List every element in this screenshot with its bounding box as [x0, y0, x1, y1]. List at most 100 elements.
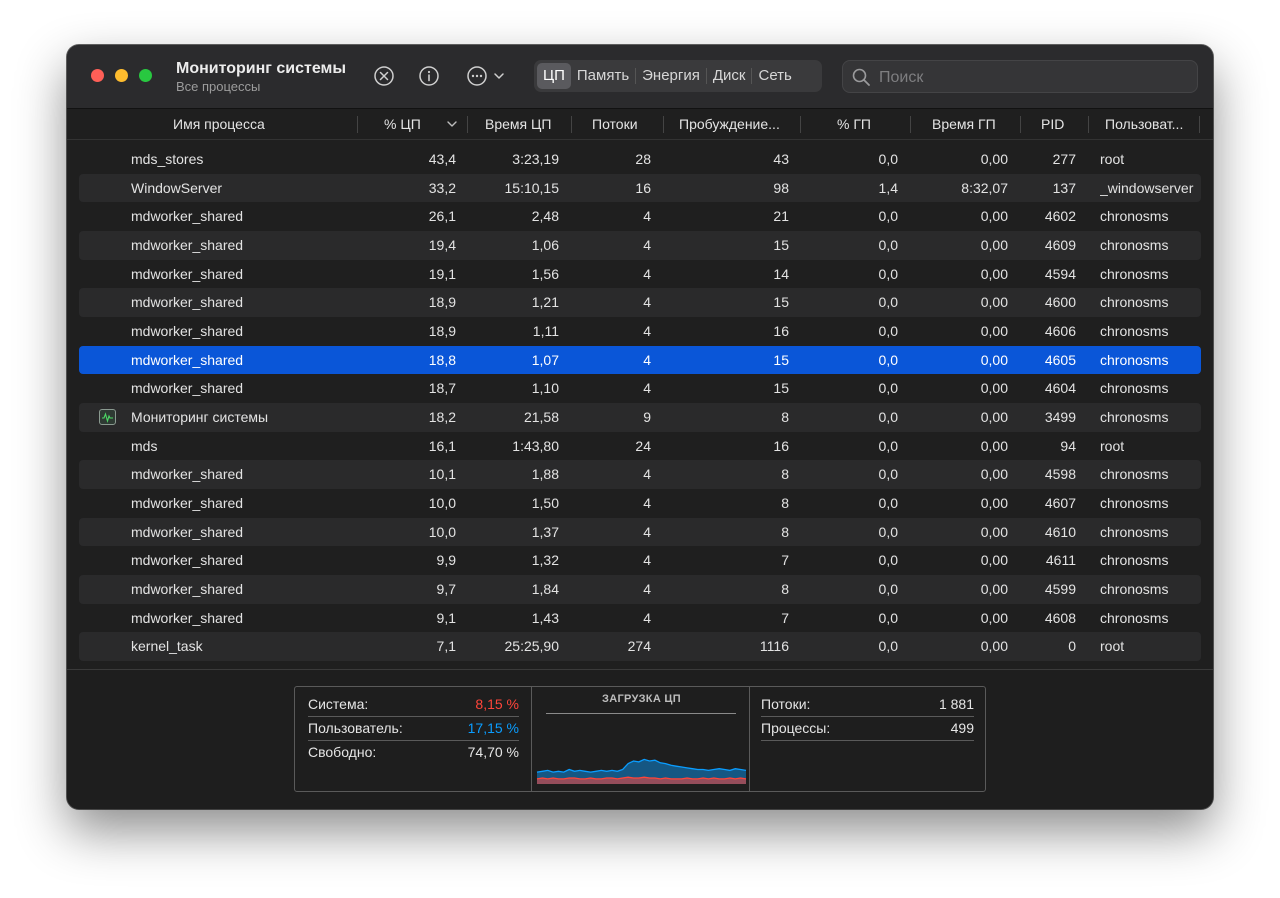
- cpu-cell: 9,9: [436, 552, 456, 569]
- column-divider[interactable]: [1088, 116, 1089, 133]
- table-row[interactable]: mdworker_shared 10,1 1,88 4 8 0,0 0,00 4598 chro…: [79, 460, 1201, 489]
- gpu-cell: 0,0: [878, 580, 898, 597]
- tab-disk[interactable]: Диск: [707, 63, 752, 89]
- column-header-gpu[interactable]: % ГП: [837, 109, 871, 139]
- column-header-threads[interactable]: Потоки: [592, 109, 638, 139]
- table-row[interactable]: mdworker_shared 18,9 1,11 4 16 0,0 0,00 4606 chr…: [79, 317, 1201, 346]
- table-row[interactable]: mdworker_shared 9,1 1,43 4 7 0,0 0,00 4608 chron…: [79, 604, 1201, 633]
- table-row[interactable]: mdworker_shared 19,1 1,56 4 14 0,0 0,00 4594 chr…: [79, 260, 1201, 289]
- table-row[interactable]: mdworker_shared 26,1 2,48 4 21 0,0 0,00 4602 chr…: [79, 202, 1201, 231]
- table-row[interactable]: mdworker_shared 19,4 1,06 4 15 0,0 0,00 4609 chr…: [79, 230, 1201, 260]
- gpu-cell: 0,0: [878, 265, 898, 282]
- search-input[interactable]: [877, 61, 1191, 94]
- search-field[interactable]: [842, 60, 1198, 94]
- gpu-cell: 0,0: [878, 151, 898, 167]
- wakeups-cell: 15: [773, 380, 789, 397]
- column-divider[interactable]: [571, 116, 572, 133]
- stat-idle-value: 74,70 %: [467, 744, 519, 760]
- summary-panel: Система: 8,15 % Пользователь: 17,15 % Св…: [67, 669, 1213, 809]
- window-maximize-button[interactable]: [139, 69, 152, 82]
- threads-cell: 28: [635, 151, 651, 167]
- table-row[interactable]: mds 16,1 1:43,80 24 16 0,0 0,00 94 root: [79, 432, 1201, 461]
- gpu-cell: 0,0: [878, 408, 898, 425]
- threads-cell: 4: [643, 351, 651, 368]
- tab-memory[interactable]: Память: [571, 63, 635, 89]
- column-header-wakeups[interactable]: Пробуждение...: [679, 109, 780, 139]
- process-table[interactable]: mds_stores 43,4 3:23,19 28 43 0,0 0,00 277 root W…: [79, 145, 1201, 669]
- column-divider[interactable]: [663, 116, 664, 133]
- stop-process-button[interactable]: [373, 65, 395, 87]
- table-row[interactable]: mdworker_shared 10,0 1,37 4 8 0,0 0,00 4610 chro…: [79, 517, 1201, 547]
- table-row[interactable]: mdworker_shared 18,8 1,07 4 15 0,0 0,00 4605 chr…: [79, 345, 1201, 375]
- process-name-cell: mdworker_shared: [131, 322, 244, 339]
- column-header-cpu-time[interactable]: Время ЦП: [485, 109, 551, 139]
- table-row[interactable]: Мониторинг системы 18,2 21,58 9 8 0,0 0,00 3499…: [79, 402, 1201, 432]
- user-cell: chronosms: [1100, 523, 1169, 540]
- tab-cpu[interactable]: ЦП: [537, 63, 571, 89]
- column-divider[interactable]: [1020, 116, 1021, 133]
- process-name-cell: WindowServer: [131, 179, 223, 196]
- window-minimize-button[interactable]: [115, 69, 128, 82]
- gpu-cell: 0,0: [878, 523, 898, 540]
- cpu-cell: 43,4: [428, 151, 456, 167]
- table-row[interactable]: mdworker_shared 9,9 1,32 4 7 0,0 0,00 4611 chron…: [79, 546, 1201, 575]
- user-cell: chronosms: [1100, 494, 1169, 511]
- cpu-load-stats: Система: 8,15 % Пользователь: 17,15 % Св…: [295, 687, 531, 791]
- column-divider[interactable]: [1199, 116, 1200, 133]
- wakeups-cell: 8: [781, 466, 789, 483]
- process-name-cell: Мониторинг системы: [131, 408, 269, 425]
- cpu-time-cell: 21,58: [523, 408, 559, 425]
- more-options-button[interactable]: [466, 65, 508, 87]
- column-divider[interactable]: [910, 116, 911, 133]
- column-header-gpu-time[interactable]: Время ГП: [932, 109, 996, 139]
- gpu-cell: 0,0: [878, 351, 898, 368]
- tab-energy[interactable]: Энергия: [636, 63, 706, 89]
- user-cell: chronosms: [1100, 265, 1169, 282]
- sort-descending-icon[interactable]: [447, 120, 457, 128]
- column-header-user[interactable]: Пользоват...: [1105, 109, 1183, 139]
- pid-cell: 4608: [1044, 609, 1076, 626]
- process-name-cell: kernel_task: [131, 638, 203, 655]
- table-row[interactable]: mdworker_shared 10,0 1,50 4 8 0,0 0,00 4607 chro…: [79, 489, 1201, 518]
- cpu-time-cell: 2,48: [531, 208, 559, 225]
- table-row[interactable]: mdworker_shared 18,7 1,10 4 15 0,0 0,00 4604 chr…: [79, 374, 1201, 403]
- gpu-cell: 0,0: [878, 208, 898, 225]
- wakeups-cell: 7: [781, 552, 789, 569]
- column-divider[interactable]: [357, 116, 358, 133]
- pid-cell: 94: [1060, 437, 1076, 454]
- window-close-button[interactable]: [91, 69, 104, 82]
- process-name-cell: mds: [131, 437, 158, 454]
- process-name-cell: mdworker_shared: [131, 236, 244, 253]
- column-header-process-name[interactable]: Имя процесса: [173, 109, 265, 139]
- tab-network[interactable]: Сеть: [752, 63, 797, 89]
- table-row[interactable]: WindowServer 33,2 15:10,15 16 98 1,4 8:32,07 13…: [79, 173, 1201, 203]
- wakeups-cell: 98: [773, 179, 789, 196]
- user-cell: chronosms: [1100, 552, 1169, 569]
- cpu-cell: 19,4: [428, 236, 456, 253]
- column-divider[interactable]: [467, 116, 468, 133]
- user-cell: chronosms: [1100, 609, 1169, 626]
- gpu-cell: 0,0: [878, 437, 898, 454]
- stat-system-label: Система:: [308, 696, 369, 712]
- user-cell: chronosms: [1100, 380, 1169, 397]
- cpu-cell: 33,2: [428, 179, 456, 196]
- cpu-time-cell: 1,56: [531, 265, 559, 282]
- table-row[interactable]: mds_stores 43,4 3:23,19 28 43 0,0 0,00 277 root: [79, 145, 1201, 174]
- column-header-cpu[interactable]: % ЦП: [384, 109, 421, 139]
- process-name-cell: mdworker_shared: [131, 208, 244, 225]
- column-divider[interactable]: [800, 116, 801, 133]
- table-row[interactable]: mdworker_shared 9,7 1,84 4 8 0,0 0,00 4599 chron…: [79, 574, 1201, 604]
- cpu-time-cell: 25:25,90: [504, 638, 560, 655]
- gpu-time-cell: 0,00: [980, 380, 1008, 397]
- user-cell: chronosms: [1100, 294, 1169, 311]
- activity-monitor-window: Мониторинг системы Все процессы ЦП Памят…: [67, 45, 1213, 809]
- table-row[interactable]: kernel_task 7,1 25:25,90 274 1116 0,0 0,00 0 roo…: [79, 632, 1201, 661]
- stat-system-value: 8,15 %: [475, 696, 519, 712]
- process-name-cell: mdworker_shared: [131, 294, 244, 311]
- table-row[interactable]: mdworker_shared 18,9 1,21 4 15 0,0 0,00 4600 chr…: [79, 288, 1201, 317]
- stat-threads-label: Потоки:: [761, 696, 811, 712]
- info-button[interactable]: [418, 65, 440, 87]
- stat-processes-label: Процессы:: [761, 720, 831, 736]
- app-subtitle[interactable]: Все процессы: [176, 79, 346, 95]
- column-header-pid[interactable]: PID: [1041, 109, 1064, 139]
